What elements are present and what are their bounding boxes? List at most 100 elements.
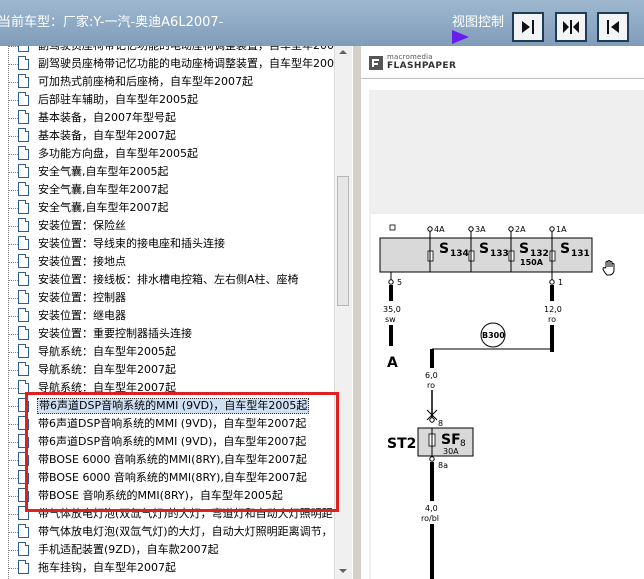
scroll-down-icon[interactable] (339, 569, 347, 573)
fuse-block-pin-bottom: 8a (438, 461, 448, 470)
tree-item-label: 带BOSE 6000 音响系统的MMI(8RY),自车型年2007起 (38, 453, 307, 466)
tree-item[interactable]: 拖车挂钩，自车型年2007起 (8, 559, 334, 577)
tree-item[interactable]: 带6声道DSP音响系统的MMI (9VD)，自车型年2007起 (8, 433, 334, 451)
tree-item-label: 副驾驶员座椅带记忆功能的电动座椅调整装置，自车型年2007 (37, 46, 334, 53)
tree-connector (8, 64, 18, 65)
center-button[interactable] (555, 12, 587, 42)
tree-item-label: 基本装备，自车型年2007起 (38, 129, 176, 142)
document-tree: 副驾驶员座椅带记忆功能的电动座椅调整装置，自车型年2007 副驾驶员座椅带记忆功能… (0, 46, 334, 579)
tree-item[interactable]: 安装位置：接地点 (8, 253, 334, 271)
document-icon (18, 398, 29, 412)
document-icon (18, 56, 29, 70)
collapse-left-button[interactable] (597, 12, 629, 42)
tree-item[interactable]: 导航系统：自车型年2007起 (8, 361, 334, 379)
document-icon (18, 182, 29, 196)
tree-item-label: 手机适配装置(9ZD)，自车款2007起 (38, 543, 219, 556)
wire-pin-label: 5 (397, 278, 402, 287)
tree-connector (8, 514, 18, 515)
tree-connector (8, 226, 18, 227)
tree-connector (8, 460, 18, 461)
tree-item-label: 安全气囊,自车型年2005起 (38, 165, 169, 178)
tree-connector (8, 496, 18, 497)
fuse-name: S (519, 241, 529, 257)
tree-item[interactable]: 副驾驶员座椅带记忆功能的电动座椅调整装置，自车型年2007 (8, 46, 334, 55)
document-icon (18, 326, 29, 340)
document-icon (18, 74, 29, 88)
scroll-thumb[interactable] (337, 176, 349, 306)
tree-item[interactable]: 导航系统：自车型年2005起 (8, 343, 334, 361)
document-icon (18, 362, 29, 376)
tree-connector (8, 280, 18, 281)
tree-item-label: 多功能方向盘，自车型年2005起 (38, 147, 198, 160)
tree-connector (8, 262, 18, 263)
tree-connector (8, 46, 18, 47)
tree-item[interactable]: 带BOSE 6000 音响系统的MMI(8RY),自车型年2007起 (8, 469, 334, 487)
fuse-name: S (560, 241, 570, 257)
tree-item[interactable]: 安装位置：接线板：排水槽电控箱、左右侧A柱、座椅 (8, 271, 334, 289)
tree-item[interactable]: 安装位置：导线束的接电座和插头连接 (8, 235, 334, 253)
tree-item[interactable]: 手机适配装置(9ZD)，自车款2007起 (8, 541, 334, 559)
tree-item[interactable]: 安全气囊,自车型年2007起 (8, 199, 334, 217)
tree-item-label: 导航系统：自车型年2007起 (38, 363, 176, 376)
document-icon (18, 416, 29, 430)
wire-color-label: ro/bl (421, 514, 439, 523)
wire-size-label: 12,0 (544, 305, 562, 314)
tree-item-label: 带气体放电灯泡(双氙气灯)的大灯，自动大灯照明距离调节， (38, 525, 333, 538)
scroll-up-icon[interactable] (339, 50, 347, 54)
tree-item-label: 安装位置：继电器 (38, 309, 126, 322)
document-icon (18, 164, 29, 178)
document-icon (18, 92, 29, 106)
tree-item[interactable]: 安装位置：保险丝 (8, 217, 334, 235)
play-icon[interactable] (452, 30, 469, 44)
document-icon (18, 200, 29, 214)
fuse-label: SF (441, 432, 461, 448)
document-icon (18, 290, 29, 304)
collapse-left-icon (607, 20, 619, 34)
wire-size-label: 35,0 (383, 305, 401, 314)
tree-item-label: 安装位置：导线束的接电座和插头连接 (38, 237, 225, 250)
document-icon (18, 272, 29, 286)
current-vehicle-label: 当前车型：厂家:Y-一汽-奥迪A6L2007- (0, 15, 224, 30)
tree-item[interactable]: 后部驻车辅助，自车型年2005起 (8, 91, 334, 109)
fuse-pin-label: 1A (556, 225, 567, 234)
document-icon (18, 308, 29, 322)
tree-connector (8, 532, 18, 533)
tree-item[interactable]: 带6声道DSP音响系统的MMI (9VD)，自车型年2007起 (8, 415, 334, 433)
fuse-name: S (439, 241, 449, 257)
tree-item[interactable]: 安全气囊,自车型年2005起 (8, 163, 334, 181)
tree-scrollbar[interactable] (334, 46, 352, 579)
tree-item[interactable]: 安全气囊,自车型年2007起 (8, 181, 334, 199)
tree-item[interactable]: 基本装备，自车型年2007起 (8, 127, 334, 145)
tree-item[interactable]: 带6声道DSP音响系统的MMI (9VD)，自车型年2005起 (8, 397, 334, 415)
tree-connector (8, 298, 18, 299)
tree-connector (8, 172, 18, 173)
wire-color-label: sw (385, 315, 396, 324)
tree-item[interactable]: 带气体放电灯泡(双氙气灯)的大灯，弯道灯和自动大灯照明距 (8, 505, 334, 523)
tree-item-label: 带6声道DSP音响系统的MMI (9VD)，自车型年2005起 (37, 398, 310, 414)
tree-item[interactable]: 安装位置：重要控制器插头连接 (8, 325, 334, 343)
fuse-number: 131 (571, 249, 590, 259)
fuse-number: 134 (450, 249, 469, 259)
document-icon (18, 344, 29, 358)
tree-item[interactable]: 带BOSE 音响系统的MMI(8RY)，自车型年2005起 (8, 487, 334, 505)
fuse-pin-label: 3A (475, 225, 486, 234)
tree-connector (8, 478, 18, 479)
tree-item[interactable]: 安装位置：控制器 (8, 289, 334, 307)
tree-item[interactable]: 安装位置：继电器 (8, 307, 334, 325)
tree-item[interactable]: 可加热式前座椅和后座椅，自车型年2007起 (8, 73, 334, 91)
tree-item-label: 安装位置：接地点 (38, 255, 126, 268)
fuse-name: S (479, 241, 489, 257)
expand-right-button[interactable] (512, 12, 544, 42)
document-icon (18, 434, 29, 448)
tree-item[interactable]: 副驾驶员座椅带记忆功能的电动座椅调整装置，自车型年2007 (8, 55, 334, 73)
tree-connector (8, 136, 18, 137)
tree-item[interactable]: 多功能方向盘，自车型年2005起 (8, 145, 334, 163)
tree-item[interactable]: 带气体放电灯泡(双氙气灯)的大灯，自动大灯照明距离调节， (8, 523, 334, 541)
tree-item-label: 基本装备，自2007年型号起 (38, 111, 176, 124)
tree-item[interactable]: 导航系统：自车型年2007起 (8, 379, 334, 397)
tree-item[interactable]: 带BOSE 6000 音响系统的MMI(8RY),自车型年2007起 (8, 451, 334, 469)
tree-item[interactable]: 基本装备，自2007年型号起 (8, 109, 334, 127)
fuse-pin-label: 4A (434, 225, 445, 234)
tree-connector (8, 154, 18, 155)
tree-item-label: 安装位置：接线板：排水槽电控箱、左右侧A柱、座椅 (38, 273, 299, 286)
